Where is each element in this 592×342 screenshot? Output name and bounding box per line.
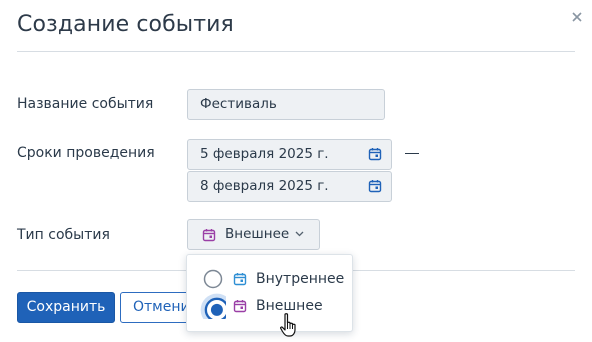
start-date-value: 5 февраля 2025 г. [200, 146, 329, 162]
header-divider [17, 51, 575, 52]
close-icon[interactable] [568, 8, 586, 26]
calendar-icon [202, 229, 216, 242]
calendar-icon[interactable] [368, 147, 382, 161]
option-external[interactable]: Внешнее [187, 292, 354, 320]
save-button[interactable]: Сохранить [17, 292, 115, 323]
event-name-label: Название события [17, 96, 154, 112]
date-range-dash [405, 153, 419, 154]
start-date-input[interactable]: 5 февраля 2025 г. [187, 139, 392, 170]
calendar-icon [233, 273, 247, 286]
option-internal[interactable]: Внутреннее [187, 265, 354, 293]
event-name-value: Фестиваль [200, 96, 277, 112]
option-external-label: Внешнее [256, 298, 323, 314]
event-type-select[interactable]: Внешнее [187, 219, 320, 250]
event-type-dropdown: Внутреннее Внешнее [186, 254, 353, 332]
end-date-input[interactable]: 8 февраля 2025 г. [187, 171, 392, 202]
calendar-icon[interactable] [368, 179, 382, 193]
radio-checked[interactable] [200, 293, 226, 319]
create-event-dialog: Создание события Название события Фестив… [0, 0, 592, 342]
event-name-input[interactable]: Фестиваль [187, 89, 385, 120]
calendar-icon [233, 300, 247, 313]
event-type-label: Тип события [17, 227, 110, 243]
event-dates-label: Сроки проведения [17, 145, 155, 161]
dialog-title: Создание события [17, 12, 234, 37]
event-type-value: Внешнее [225, 226, 290, 242]
option-internal-label: Внутреннее [256, 271, 345, 287]
chevron-down-icon [295, 231, 304, 237]
end-date-value: 8 февраля 2025 г. [200, 178, 329, 194]
radio-unchecked[interactable] [203, 269, 223, 289]
